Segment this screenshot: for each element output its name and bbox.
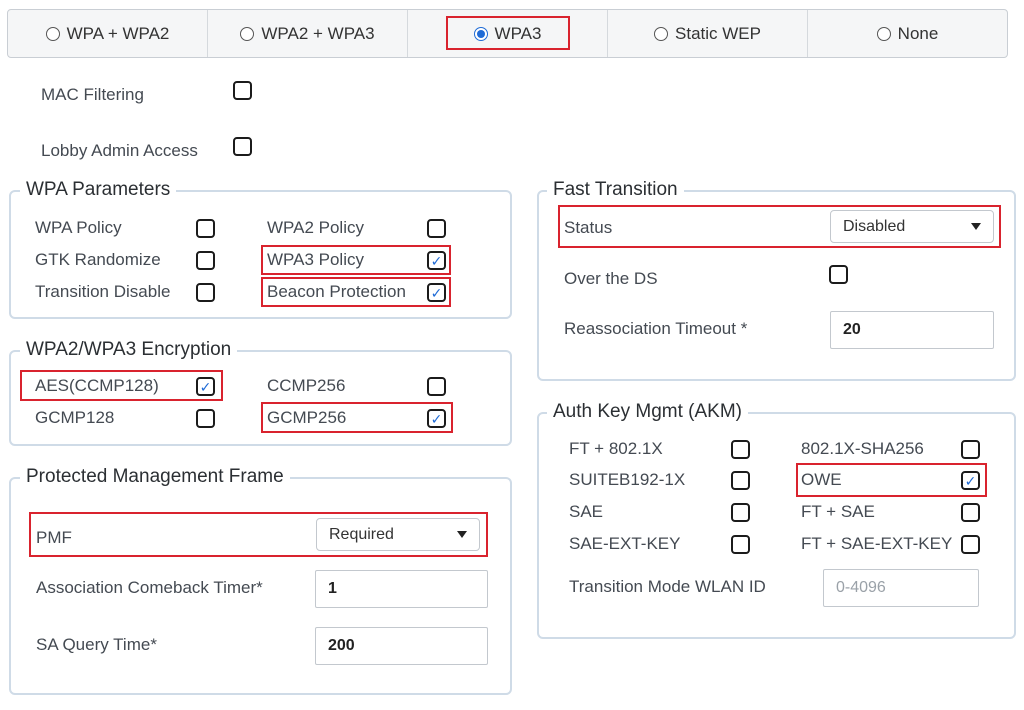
tab-label: WPA + WPA2 [66, 23, 170, 43]
mac-filtering-label: MAC Filtering [41, 85, 144, 104]
ft-8021x-label: FT + 802.1X [569, 439, 663, 458]
aes-ccmp128-checkbox[interactable]: ✓ [196, 377, 215, 396]
reassoc-timeout-label: Reassociation Timeout * [564, 319, 748, 338]
owe-checkbox[interactable]: ✓ [961, 471, 980, 490]
encryption-panel [9, 350, 512, 446]
over-ds-label: Over the DS [564, 269, 658, 288]
sa-query-time-input[interactable] [315, 627, 488, 665]
encryption-legend: WPA2/WPA3 Encryption [20, 339, 238, 361]
tab-wpa2-wpa3[interactable]: WPA2 + WPA3 [208, 10, 408, 57]
ft-8021x-checkbox[interactable] [731, 440, 750, 459]
wpa3-policy-checkbox[interactable]: ✓ [427, 251, 446, 270]
aes-ccmp128-label: AES(CCMP128) [35, 376, 159, 395]
mac-filtering-checkbox[interactable] [233, 81, 252, 100]
checkmark-icon: ✓ [199, 378, 212, 395]
ft-status-label: Status [564, 218, 613, 237]
ft-sae-label: FT + SAE [801, 502, 875, 521]
over-ds-checkbox[interactable] [829, 265, 848, 284]
radio-icon [240, 26, 255, 41]
transition-wlan-id-label: Transition Mode WLAN ID [569, 577, 766, 596]
radio-selected-icon [473, 26, 488, 41]
sae-ext-key-checkbox[interactable] [731, 535, 750, 554]
lobby-admin-checkbox[interactable] [233, 137, 252, 156]
wpa2-policy-label: WPA2 Policy [267, 218, 364, 237]
tab-label: Static WEP [675, 23, 761, 43]
lobby-admin-label: Lobby Admin Access [41, 141, 198, 160]
transition-wlan-id-input[interactable] [823, 569, 979, 607]
pmf-legend: Protected Management Frame [20, 466, 290, 488]
chevron-down-icon [971, 223, 981, 230]
checkmark-icon: ✓ [430, 252, 443, 269]
ft-sae-ext-key-label: FT + SAE-EXT-KEY [801, 534, 953, 553]
gtk-randomize-checkbox[interactable] [196, 251, 215, 270]
suiteb-label: SUITEB192-1X [569, 470, 686, 489]
tab-static-wep[interactable]: Static WEP [608, 10, 808, 57]
ft-status-value: Disabled [843, 217, 906, 235]
beacon-protection-checkbox[interactable]: ✓ [427, 283, 446, 302]
ft-sae-checkbox[interactable] [961, 503, 980, 522]
checkmark-icon: ✓ [964, 472, 977, 489]
wpa2-policy-checkbox[interactable] [427, 219, 446, 238]
radio-icon [45, 26, 60, 41]
8021x-sha256-label: 802.1X-SHA256 [801, 439, 924, 458]
sa-query-time-label: SA Query Time* [36, 635, 157, 654]
owe-label: OWE [801, 470, 842, 489]
sae-checkbox[interactable] [731, 503, 750, 522]
comeback-timer-label: Association Comeback Timer* [36, 578, 263, 597]
radio-icon [876, 26, 891, 41]
tab-none[interactable]: None [808, 10, 1007, 57]
radio-icon [654, 26, 669, 41]
suiteb-checkbox[interactable] [731, 471, 750, 490]
checkmark-icon: ✓ [430, 410, 443, 427]
tab-label: WPA2 + WPA3 [261, 23, 375, 43]
ft-sae-ext-key-checkbox[interactable] [961, 535, 980, 554]
beacon-protection-label: Beacon Protection [267, 282, 406, 301]
security-mode-tabs: WPA + WPA2 WPA2 + WPA3 WPA3 Static WEP N… [7, 9, 1008, 58]
reassoc-timeout-input[interactable] [830, 311, 994, 349]
gcmp128-label: GCMP128 [35, 408, 115, 427]
pmf-select-value: Required [329, 525, 394, 543]
gcmp256-label: GCMP256 [267, 408, 347, 427]
sae-ext-key-label: SAE-EXT-KEY [569, 534, 681, 553]
wpa-parameters-legend: WPA Parameters [20, 179, 177, 201]
tab-label: None [897, 23, 939, 43]
pmf-label: PMF [36, 528, 72, 547]
gtk-randomize-label: GTK Randomize [35, 250, 161, 269]
ccmp256-checkbox[interactable] [427, 377, 446, 396]
comeback-timer-input[interactable] [315, 570, 488, 608]
fast-transition-legend: Fast Transition [547, 179, 684, 201]
tab-label: WPA3 [494, 23, 542, 43]
sae-label: SAE [569, 502, 604, 521]
pmf-select[interactable]: Required [316, 518, 480, 551]
wpa-policy-label: WPA Policy [35, 218, 122, 237]
transition-disable-checkbox[interactable] [196, 283, 215, 302]
8021x-sha256-checkbox[interactable] [961, 440, 980, 459]
wpa-policy-checkbox[interactable] [196, 219, 215, 238]
tab-wpa3[interactable]: WPA3 [408, 10, 608, 57]
tab-wpa-wpa2[interactable]: WPA + WPA2 [8, 10, 208, 57]
checkmark-icon: ✓ [430, 284, 443, 301]
transition-disable-label: Transition Disable [35, 282, 171, 301]
gcmp256-checkbox[interactable]: ✓ [427, 409, 446, 428]
gcmp128-checkbox[interactable] [196, 409, 215, 428]
chevron-down-icon [457, 531, 467, 538]
ccmp256-label: CCMP256 [267, 376, 346, 395]
akm-legend: Auth Key Mgmt (AKM) [547, 401, 748, 423]
ft-status-select[interactable]: Disabled [830, 210, 994, 243]
wpa3-policy-label: WPA3 Policy [267, 250, 364, 269]
